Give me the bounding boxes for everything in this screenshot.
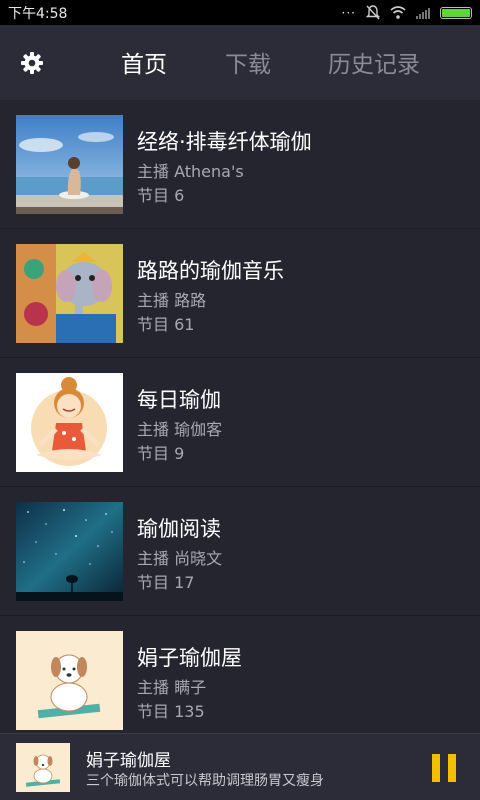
ganesha-painting-icon — [16, 244, 123, 343]
more-dots-icon: ··· — [341, 5, 356, 20]
now-playing-thumbnail — [16, 743, 70, 792]
program-episode-count: 节目 61 — [137, 315, 195, 334]
pause-icon — [432, 754, 440, 782]
top-tab-bar: 首页 下载 历史记录 — [0, 25, 480, 100]
program-title: 路路的瑜伽音乐 — [137, 259, 284, 283]
meditation-photo-icon — [16, 115, 123, 214]
settings-button[interactable] — [18, 49, 46, 77]
tab-home[interactable]: 首页 — [121, 45, 167, 79]
program-title: 瑜伽阅读 — [137, 517, 221, 541]
pause-button[interactable] — [432, 754, 458, 782]
now-playing-title: 娟子瑜伽屋 — [86, 751, 171, 771]
program-item[interactable]: 娟子瑜伽屋 主播 瞒子 节目 135 — [0, 616, 480, 733]
program-thumbnail — [16, 115, 123, 214]
program-host: 主播 Athena's — [137, 162, 244, 181]
now-playing-bar[interactable]: 娟子瑜伽屋 三个瑜伽体式可以帮助调理肠胃又瘦身 — [0, 733, 480, 800]
bell-muted-icon — [366, 5, 380, 20]
program-thumbnail — [16, 631, 123, 730]
program-thumbnail — [16, 502, 123, 601]
tab-history[interactable]: 历史记录 — [328, 45, 420, 79]
program-title: 经络·排毒纤体瑜伽 — [137, 130, 312, 154]
program-item[interactable]: 瑜伽阅读 主播 尚晓文 节目 17 — [0, 487, 480, 616]
program-host: 主播 尚晓文 — [137, 549, 223, 568]
starry-sky-icon — [16, 502, 123, 601]
program-item[interactable]: 每日瑜伽 主播 瑜伽客 节目 9 — [0, 358, 480, 487]
program-host: 主播 瑜伽客 — [137, 420, 223, 439]
battery-level — [442, 8, 470, 17]
pause-icon-bar — [448, 754, 456, 782]
program-thumbnail — [16, 244, 123, 343]
cartoon-dog-yoga-icon — [16, 743, 70, 792]
gear-icon — [21, 52, 43, 74]
program-thumbnail — [16, 373, 123, 472]
status-bar: 下午4:58 ··· — [0, 0, 480, 25]
program-host: 主播 路路 — [137, 291, 207, 310]
wifi-icon — [390, 6, 406, 19]
program-list: 经络·排毒纤体瑜伽 主播 Athena's 节目 6 路路的瑜伽音乐 主播 路路 — [0, 100, 480, 733]
program-host: 主播 瞒子 — [137, 678, 207, 697]
program-item[interactable]: 路路的瑜伽音乐 主播 路路 节目 61 — [0, 229, 480, 358]
program-episode-count: 节目 9 — [137, 444, 185, 463]
program-episode-count: 节目 135 — [137, 702, 205, 721]
now-playing-subtitle: 三个瑜伽体式可以帮助调理肠胃又瘦身 — [86, 773, 324, 789]
status-time: 下午4:58 — [8, 5, 68, 22]
tab-downloads[interactable]: 下载 — [225, 45, 271, 79]
program-title: 每日瑜伽 — [137, 388, 221, 412]
cartoon-girl-icon — [16, 373, 123, 472]
battery-icon — [440, 6, 472, 19]
program-item[interactable]: 经络·排毒纤体瑜伽 主播 Athena's 节目 6 — [0, 100, 480, 229]
cartoon-dog-yoga-icon — [16, 631, 123, 730]
status-icons: ··· — [342, 5, 472, 20]
program-title: 娟子瑜伽屋 — [137, 646, 242, 670]
program-episode-count: 节目 17 — [137, 573, 195, 592]
signal-icon — [416, 7, 430, 19]
program-episode-count: 节目 6 — [137, 186, 185, 205]
